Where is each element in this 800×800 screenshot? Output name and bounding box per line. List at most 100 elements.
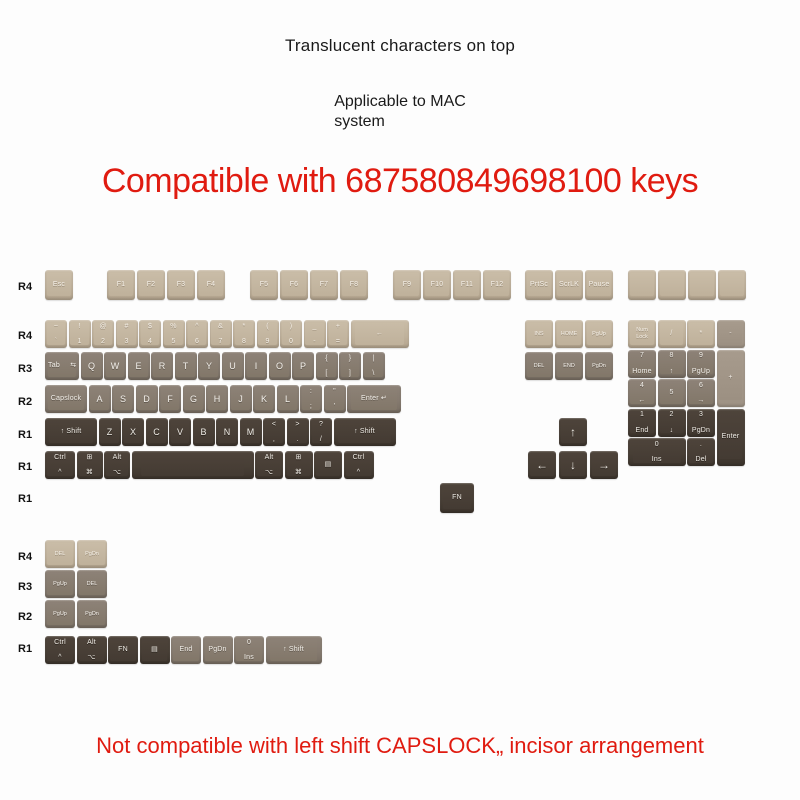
keycap-q[interactable]: Q (80, 352, 103, 380)
keycap-enter[interactable]: Enter ↵ (347, 385, 401, 413)
keycap-two[interactable]: @2 (92, 320, 114, 348)
keycap-extra-del[interactable]: DEL (45, 540, 75, 568)
keycap-period[interactable]: >. (286, 418, 309, 446)
keycap-numpad-enter[interactable]: Enter (716, 408, 745, 466)
keycap-extra-pgdn-r2[interactable]: PgDn (77, 600, 107, 628)
keycap-backspace[interactable]: ← (350, 320, 409, 348)
keycap-f9[interactable]: F9 (393, 270, 421, 300)
keycap-tilde[interactable]: ~ ` (45, 320, 67, 348)
keycap-arrow-up[interactable]: ↑ (559, 418, 587, 446)
keycap-f12[interactable]: F12 (483, 270, 511, 300)
keycap-numpad-multiply[interactable]: * (687, 320, 715, 348)
keycap-semicolon[interactable]: :; (300, 385, 322, 413)
keycap-x[interactable]: X (122, 418, 144, 446)
keycap-f4[interactable]: F4 (197, 270, 225, 300)
keycap-extra-ctrl[interactable]: Ctrl ^ (45, 636, 75, 664)
keycap-numpad-1[interactable]: 1 End (628, 408, 656, 437)
keycap-h[interactable]: H (206, 385, 228, 413)
keycap-numpad-5[interactable]: 5 (657, 379, 686, 407)
keycap-f8[interactable]: F8 (340, 270, 368, 300)
keycap-shift-left[interactable]: ↑ Shift (45, 418, 97, 446)
keycap-numpad-minus[interactable]: - (716, 320, 745, 348)
keycap-seven[interactable]: & 7 (209, 320, 232, 348)
keycap-extra-menu[interactable]: ▤ (139, 636, 170, 664)
keycap-f5[interactable]: F5 (250, 270, 278, 300)
keycap-l[interactable]: L (276, 385, 299, 413)
keycap-numpad-plus[interactable]: + (716, 349, 745, 407)
keycap-ctrl-left[interactable]: Ctrl ^ (45, 451, 75, 479)
keycap-z[interactable]: Z (98, 418, 121, 446)
keycap-zero[interactable]: ) 0 (280, 320, 302, 348)
keycap-numpad-7[interactable]: 7 Home (628, 349, 656, 378)
keycap-i[interactable]: I (245, 352, 267, 380)
keycap-numpad-4[interactable]: 4 ← (628, 379, 656, 407)
keycap-numlock[interactable]: Num Lock (628, 320, 656, 348)
keycap-win-right[interactable]: ⊞ ⌘ (284, 451, 313, 479)
keycap-f10[interactable]: F10 (423, 270, 451, 300)
keycap-eight[interactable]: * 8 (233, 320, 255, 348)
keycap-home[interactable]: HOME (555, 320, 583, 348)
keycap-numpad-6[interactable]: 6 → (687, 379, 715, 407)
keycap-arrow-down[interactable]: ↓ (559, 451, 587, 479)
keycap-v[interactable]: V (169, 418, 191, 446)
keycap-ctrl-right[interactable]: Ctrl ^ (343, 451, 374, 479)
keycap-pgup[interactable]: PgUp (585, 320, 613, 348)
keycap-minus[interactable]: _ - (303, 320, 326, 348)
keycap-extra-pgup-r2[interactable]: PgUp (45, 600, 75, 628)
keycap-t[interactable]: T (174, 352, 197, 380)
keycap-f11[interactable]: F11 (453, 270, 481, 300)
keycap-f1[interactable]: F1 (107, 270, 135, 300)
keycap-numpad-8[interactable]: 8 ↑ (657, 349, 686, 378)
keycap-numpad-3[interactable]: 3 PgDn (687, 408, 715, 437)
keycap-f6[interactable]: F6 (280, 270, 308, 300)
keycap-y[interactable]: Y (198, 352, 220, 380)
keycap-blank-1[interactable] (628, 270, 656, 300)
keycap-bracket-left[interactable]: {[ (315, 352, 338, 380)
keycap-k[interactable]: K (253, 385, 275, 413)
keycap-del[interactable]: DEL (525, 352, 553, 380)
keycap-nine[interactable]: (9 (256, 320, 279, 348)
keycap-alt-left[interactable]: Alt ⌥ (104, 451, 130, 479)
keycap-f[interactable]: F (159, 385, 181, 413)
keycap-extra-pgup-r3[interactable]: PgUp (45, 570, 75, 598)
keycap-numpad-period[interactable]: . Del (687, 438, 715, 466)
keycap-numpad-0[interactable]: 0 Ins (628, 438, 686, 466)
keycap-extra-alt[interactable]: Alt ⌥ (76, 636, 107, 664)
keycap-five[interactable]: % 5 (162, 320, 185, 348)
keycap-r[interactable]: R (151, 352, 173, 380)
keycap-three[interactable]: #3 (115, 320, 138, 348)
keycap-bracket-right[interactable]: }] (339, 352, 361, 380)
keycap-four[interactable]: $4 (139, 320, 161, 348)
keycap-d[interactable]: D (135, 385, 158, 413)
keycap-s[interactable]: S (112, 385, 134, 413)
keycap-j[interactable]: J (229, 385, 252, 413)
keycap-g[interactable]: G (182, 385, 205, 413)
keycap-e[interactable]: E (127, 352, 150, 380)
keycap-blank-3[interactable] (688, 270, 716, 300)
keycap-extra-zero[interactable]: 0 Ins (234, 636, 264, 664)
keycap-ins[interactable]: INS (525, 320, 553, 348)
keycap-b[interactable]: B (192, 418, 215, 446)
keycap-blank-4[interactable] (718, 270, 746, 300)
keycap-p[interactable]: P (292, 352, 314, 380)
keycap-one[interactable]: ! 1 (68, 320, 91, 348)
keycap-shift-right[interactable]: ↑ Shift (333, 418, 396, 446)
keycap-extra-pgdn-r1[interactable]: PgDn (202, 636, 233, 664)
keycap-extra-del-r3[interactable]: DEL (77, 570, 107, 598)
keycap-backslash[interactable]: | \ (362, 352, 385, 380)
keycap-extra-end[interactable]: End (171, 636, 201, 664)
keycap-alt-right[interactable]: Alt ⌥ (255, 451, 283, 479)
keycap-quote[interactable]: " ' (323, 385, 346, 413)
keycap-win-left[interactable]: ⊞ ⌘ (76, 451, 103, 479)
keycap-menu[interactable]: ▤ (314, 451, 342, 479)
keycap-slash[interactable]: ? / (310, 418, 332, 446)
keycap-scrlk[interactable]: ScrLK (555, 270, 583, 300)
keycap-pgdn[interactable]: PgDn (585, 352, 613, 380)
keycap-f3[interactable]: F3 (167, 270, 195, 300)
keycap-esc[interactable]: Esc (45, 270, 73, 300)
keycap-w[interactable]: W (104, 352, 126, 380)
keycap-six[interactable]: ^ 6 (186, 320, 208, 348)
keycap-prtsc[interactable]: PrtSc (525, 270, 553, 300)
keycap-arrow-right[interactable]: → (590, 451, 618, 479)
keycap-extra-fn[interactable]: FN (108, 636, 138, 664)
